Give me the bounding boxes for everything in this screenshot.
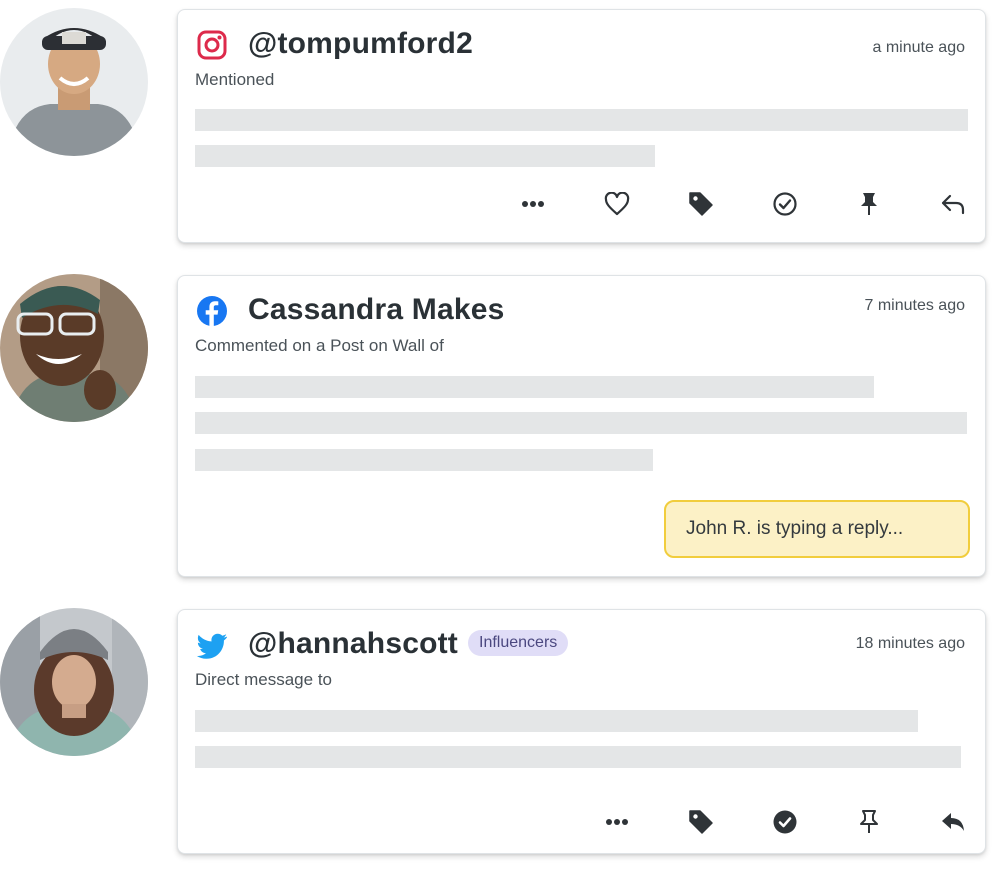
- pin-icon[interactable]: [851, 186, 887, 222]
- heart-icon[interactable]: [599, 186, 635, 222]
- content-placeholder-line: [195, 145, 655, 167]
- avatar-hannahscott[interactable]: [0, 608, 148, 756]
- post-card-hannahscott[interactable]: @hannahscott Influencers 18 minutes ago …: [177, 609, 986, 854]
- content-placeholder-line: [195, 376, 874, 398]
- avatar-image: [0, 274, 148, 422]
- content-placeholder-line: [195, 109, 968, 131]
- content-placeholder-line: [195, 449, 653, 471]
- post-subtitle: Commented on a Post on Wall of: [195, 336, 444, 355]
- post-timestamp: a minute ago: [872, 39, 965, 56]
- reply-icon[interactable]: [935, 186, 971, 222]
- post-timestamp: 7 minutes ago: [864, 297, 965, 314]
- more-icon[interactable]: [599, 804, 635, 840]
- content-placeholder-line: [195, 412, 967, 434]
- content-placeholder-line: [195, 710, 918, 732]
- check-circle-filled-icon[interactable]: [767, 804, 803, 840]
- post-author[interactable]: @hannahscott: [248, 627, 458, 661]
- typing-indicator-text: John R. is typing a reply...: [686, 518, 904, 539]
- pin-outline-icon[interactable]: [851, 804, 887, 840]
- reply-icon[interactable]: [935, 804, 971, 840]
- tag-icon[interactable]: [683, 804, 719, 840]
- check-circle-icon[interactable]: [767, 186, 803, 222]
- avatar-image: [0, 608, 148, 756]
- post-subtitle: Direct message to: [195, 670, 332, 689]
- post-subtitle: Mentioned: [195, 70, 275, 89]
- tag-icon[interactable]: [683, 186, 719, 222]
- avatar-cassandra-makes[interactable]: [0, 274, 148, 422]
- post-author[interactable]: Cassandra Makes: [248, 293, 504, 327]
- post-actions: [178, 186, 985, 222]
- more-icon[interactable]: [515, 186, 551, 222]
- post-card-cassandra-makes[interactable]: Cassandra Makes 7 minutes ago Commented …: [177, 275, 986, 577]
- facebook-icon: [196, 295, 228, 327]
- post-actions: [178, 804, 985, 840]
- avatar-image: [0, 8, 148, 156]
- post-author[interactable]: @tompumford2: [248, 27, 473, 61]
- post-timestamp: 18 minutes ago: [855, 635, 965, 652]
- post-card-tompumford2[interactable]: @tompumford2 a minute ago Mentioned: [177, 9, 986, 243]
- twitter-icon: [196, 630, 228, 662]
- instagram-icon: [196, 29, 228, 61]
- avatar-tompumford2[interactable]: [0, 8, 148, 156]
- content-placeholder-line: [195, 746, 961, 768]
- typing-indicator: John R. is typing a reply...: [664, 500, 970, 558]
- influencers-badge[interactable]: Influencers: [468, 630, 569, 656]
